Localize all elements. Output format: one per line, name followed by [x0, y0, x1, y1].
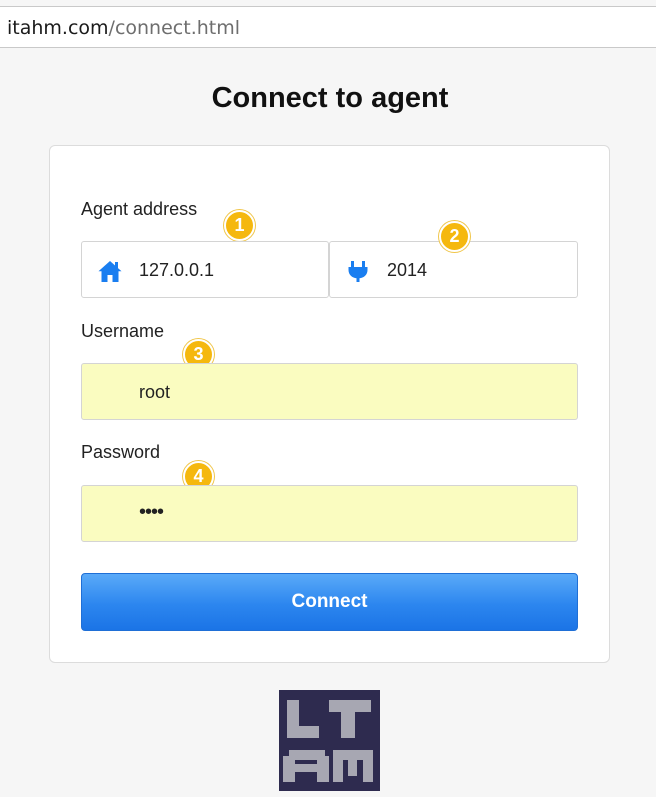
- username-label: Username: [81, 321, 165, 341]
- callout-badge-1: 1: [224, 210, 255, 241]
- agent-port-value: 2014: [387, 260, 428, 280]
- home-icon: [98, 261, 122, 282]
- itahm-logo: [279, 690, 380, 791]
- agent-address-label: Agent address: [81, 199, 198, 219]
- password-value: ••••: [139, 501, 164, 523]
- plug-icon: [348, 261, 368, 282]
- url-path: /connect.html: [108, 17, 241, 39]
- browser-address-bar: itahm.com/connect.html: [0, 0, 656, 58]
- agent-address-value: 127.0.0.1: [139, 260, 215, 280]
- password-input[interactable]: ••••: [81, 485, 578, 542]
- callout-badge-2: 2: [439, 221, 470, 252]
- username-value: root: [139, 382, 171, 402]
- url-text[interactable]: itahm.com/connect.html: [7, 17, 240, 39]
- url-host: itahm.com: [7, 17, 109, 39]
- url-field[interactable]: itahm.com/connect.html: [0, 6, 656, 48]
- password-label: Password: [81, 442, 161, 462]
- username-input[interactable]: root: [81, 363, 578, 420]
- connect-button[interactable]: Connect: [81, 573, 578, 631]
- page-title: Connect to agent: [211, 82, 449, 114]
- agent-address-input[interactable]: 127.0.0.1: [81, 241, 329, 298]
